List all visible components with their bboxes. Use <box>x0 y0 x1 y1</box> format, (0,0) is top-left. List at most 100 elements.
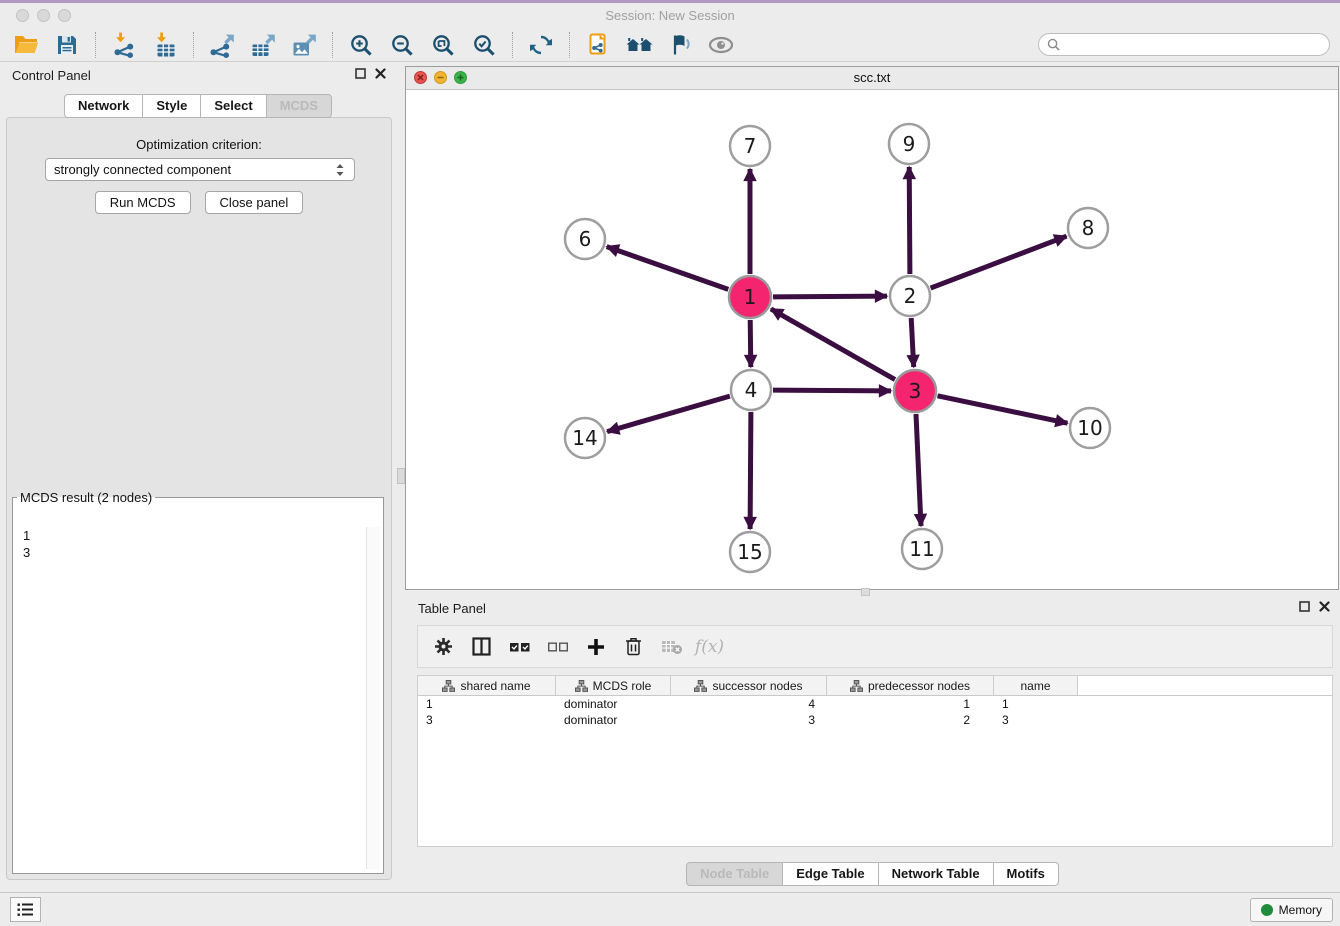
tab-node-table[interactable]: Node Table <box>686 862 783 886</box>
svg-text:4: 4 <box>745 378 758 402</box>
flag-icon[interactable] <box>664 30 696 60</box>
graph-edge-1-6[interactable] <box>607 247 729 290</box>
column-layout-icon[interactable] <box>468 633 495 660</box>
mcds-result-scrollbar[interactable] <box>366 527 380 869</box>
tab-network-table[interactable]: Network Table <box>878 862 994 886</box>
graph-node-14[interactable]: 14 <box>565 418 605 458</box>
column-label: MCDS role <box>593 679 652 693</box>
column-header-name[interactable]: name <box>994 676 1078 695</box>
table-tabs: Node TableEdge TableNetwork TableMotifs <box>405 862 1340 886</box>
criterion-select[interactable]: strongly connected component <box>45 158 355 181</box>
close-panel-button[interactable]: Close panel <box>205 191 304 214</box>
vertical-splitter-handle[interactable] <box>397 468 405 484</box>
refresh-layout-icon[interactable] <box>525 30 557 60</box>
close-panel-icon[interactable] <box>375 68 386 79</box>
graph-edge-2-8[interactable] <box>931 236 1067 288</box>
cell-name[interactable]: 3 <box>994 713 1078 727</box>
table-row-1[interactable]: 1dominator411 <box>418 696 1332 712</box>
graph-edge-2-9[interactable] <box>909 167 910 274</box>
close-panel-icon[interactable] <box>1319 601 1330 612</box>
import-table-icon[interactable] <box>149 30 181 60</box>
graph-node-11[interactable]: 11 <box>902 529 942 569</box>
cell-name[interactable]: 1 <box>994 697 1078 711</box>
graph-node-6[interactable]: 6 <box>565 219 605 259</box>
tab-style[interactable]: Style <box>142 94 201 118</box>
apply-style-icon[interactable] <box>582 30 614 60</box>
column-header-successor-nodes[interactable]: successor nodes <box>671 676 827 695</box>
graph-node-1[interactable]: 1 <box>729 276 771 318</box>
control-panel-title: Control Panel <box>12 68 91 83</box>
memory-button[interactable]: Memory <box>1250 898 1333 922</box>
close-window-icon[interactable] <box>16 9 29 22</box>
graph-node-8[interactable]: 8 <box>1068 208 1108 248</box>
export-image-icon[interactable] <box>288 30 320 60</box>
frame-minimize-icon[interactable] <box>434 71 447 84</box>
graph-edge-3-10[interactable] <box>938 396 1068 423</box>
graph-edge-3-1[interactable] <box>771 309 895 380</box>
zoom-selected-icon[interactable] <box>468 30 500 60</box>
column-header-shared-name[interactable]: shared name <box>418 676 556 695</box>
zoom-window-icon[interactable] <box>58 9 71 22</box>
tab-network[interactable]: Network <box>64 94 143 118</box>
network-canvas[interactable]: 1 2 3 4 6 7 8 9 10 11 14 15 <box>406 89 1338 589</box>
zoom-fit-icon[interactable] <box>427 30 459 60</box>
table-row-2[interactable]: 3dominator323 <box>418 712 1332 728</box>
graph-edge-1-4[interactable] <box>750 320 751 367</box>
zoom-out-icon[interactable] <box>386 30 418 60</box>
graph-node-9[interactable]: 9 <box>889 124 929 164</box>
cell-successor-nodes[interactable]: 3 <box>671 713 827 727</box>
float-panel-icon[interactable] <box>355 68 366 79</box>
cell-shared-name[interactable]: 3 <box>418 713 556 727</box>
graph-edge-4-3[interactable] <box>773 390 891 391</box>
mcds-result-list[interactable]: 13 <box>15 527 380 869</box>
graph-edge-4-15[interactable] <box>750 412 751 529</box>
graph-node-7[interactable]: 7 <box>730 126 770 166</box>
search-box[interactable] <box>1038 33 1330 56</box>
graph-node-4[interactable]: 4 <box>731 370 771 410</box>
show-all-columns-icon[interactable] <box>506 633 533 660</box>
network-view-window: scc.txt 1 2 3 4 6 7 8 9 10 11 14 15 <box>405 66 1339 590</box>
import-network-icon[interactable] <box>108 30 140 60</box>
delete-column-icon[interactable] <box>620 633 647 660</box>
graph-edge-3-11[interactable] <box>916 414 921 526</box>
hide-all-columns-icon[interactable] <box>544 633 571 660</box>
export-table-icon[interactable] <box>247 30 279 60</box>
network-window-titlebar[interactable]: scc.txt <box>406 67 1338 90</box>
frame-close-icon[interactable] <box>414 71 427 84</box>
cell-mcds-role[interactable]: dominator <box>556 713 671 727</box>
graph-edge-2-3[interactable] <box>911 318 914 367</box>
cell-predecessor-nodes[interactable]: 2 <box>827 713 994 727</box>
graph-node-3[interactable]: 3 <box>894 370 936 412</box>
tab-edge-table[interactable]: Edge Table <box>782 862 878 886</box>
tab-motifs[interactable]: Motifs <box>993 862 1059 886</box>
tab-mcds[interactable]: MCDS <box>266 94 332 118</box>
minimize-window-icon[interactable] <box>37 9 50 22</box>
mcds-result-box: MCDS result (2 nodes) 13 <box>12 490 384 874</box>
cell-successor-nodes[interactable]: 4 <box>671 697 827 711</box>
save-session-icon[interactable] <box>51 30 83 60</box>
cell-predecessor-nodes[interactable]: 1 <box>827 697 994 711</box>
home-icon[interactable] <box>623 30 655 60</box>
graph-node-15[interactable]: 15 <box>730 532 770 572</box>
graph-node-10[interactable]: 10 <box>1070 408 1110 448</box>
column-header-predecessor-nodes[interactable]: predecessor nodes <box>827 676 994 695</box>
graph-edge-4-14[interactable] <box>607 396 730 432</box>
run-mcds-button[interactable]: Run MCDS <box>95 191 191 214</box>
column-header-mcds-role[interactable]: MCDS role <box>556 676 671 695</box>
table-settings-icon[interactable] <box>430 633 457 660</box>
cell-shared-name[interactable]: 1 <box>418 697 556 711</box>
cell-mcds-role[interactable]: dominator <box>556 697 671 711</box>
open-session-icon[interactable] <box>10 30 42 60</box>
task-history-button[interactable] <box>10 897 41 922</box>
float-panel-icon[interactable] <box>1299 601 1310 612</box>
graph-edge-1-2[interactable] <box>773 296 887 297</box>
add-column-icon[interactable] <box>582 633 609 660</box>
search-input[interactable] <box>1066 37 1318 53</box>
horizontal-splitter-handle[interactable] <box>861 588 870 596</box>
tab-select[interactable]: Select <box>200 94 266 118</box>
graph-node-2[interactable]: 2 <box>890 276 930 316</box>
zoom-in-icon[interactable] <box>345 30 377 60</box>
frame-maximize-icon[interactable] <box>454 71 467 84</box>
column-label: successor nodes <box>712 679 802 693</box>
export-network-icon[interactable] <box>206 30 238 60</box>
